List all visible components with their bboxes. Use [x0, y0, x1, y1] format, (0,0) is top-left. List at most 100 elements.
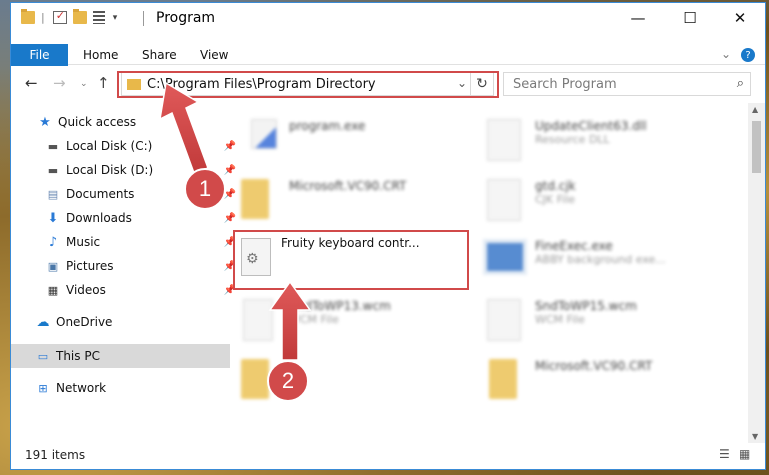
- file-name: gtd.cjk: [535, 179, 576, 193]
- properties-icon[interactable]: [92, 11, 105, 24]
- search-input[interactable]: Search Program: [513, 77, 617, 92]
- minimize-button[interactable]: —: [615, 3, 661, 33]
- vertical-scrollbar[interactable]: ▲ ▼: [748, 103, 765, 443]
- file-type: WCM File: [535, 313, 585, 326]
- file-name: Fruity keyboard contr...: [281, 236, 420, 250]
- file-item[interactable]: FineExec.exe ABBY background exe...: [467, 231, 717, 291]
- address-highlight-box: [117, 71, 499, 98]
- search-icon[interactable]: ⌕: [737, 76, 744, 91]
- tab-home[interactable]: Home: [83, 48, 118, 62]
- close-button[interactable]: ✕: [717, 3, 763, 33]
- sidebar-item-label: Quick access: [58, 115, 137, 129]
- dll-icon: [487, 119, 521, 161]
- drive-icon: ▬: [47, 139, 59, 153]
- file-name: SndToWP15.wcm: [535, 299, 637, 313]
- sidebar-item-local-disk-c[interactable]: ▬ Local Disk (C:) 📌: [11, 134, 240, 158]
- title-bar: | ▾ Program — ☐ ✕: [11, 3, 765, 34]
- sidebar-item-label: Videos: [66, 283, 106, 297]
- navigation-bar: ← → ⌄ ↑ C:\Program Files\Program Directo…: [11, 65, 765, 103]
- scroll-down-icon[interactable]: ▼: [752, 432, 758, 441]
- file-item[interactable]: gtd.cjk CJK File: [467, 171, 717, 231]
- sidebar-item-network[interactable]: ⊞ Network: [11, 376, 230, 400]
- sidebar-item-label: Documents: [66, 187, 135, 201]
- file-name: SndToWP13.wcm: [289, 299, 391, 313]
- back-arrow-icon[interactable]: ←: [25, 74, 38, 92]
- sidebar-item-quick-access[interactable]: ★ Quick access: [11, 110, 232, 134]
- new-folder-icon[interactable]: [72, 9, 87, 24]
- file-item[interactable]: SndToWP15.wcm WCM File: [467, 291, 717, 351]
- network-icon: ⊞: [38, 381, 48, 395]
- file-item[interactable]: UpdateClient63.dll Resource DLL: [467, 111, 717, 171]
- pictures-icon: ▣: [47, 259, 59, 273]
- scroll-thumb[interactable]: [752, 121, 761, 173]
- folder-icon: [241, 179, 269, 219]
- search-box[interactable]: Search Program ⌕: [503, 72, 751, 96]
- step-2-badge: 2: [267, 360, 309, 402]
- properties-check-icon[interactable]: [52, 9, 67, 24]
- file-name: program.exe: [289, 119, 366, 133]
- exe-icon: [483, 239, 527, 275]
- file-name: Microsoft.VC90.CRT: [289, 179, 407, 193]
- file-item[interactable]: Microsoft.VC90.CRT: [467, 351, 717, 411]
- file-item[interactable]: SndToWP13.wcm WCM File: [219, 291, 469, 351]
- tab-file[interactable]: File: [11, 44, 68, 66]
- sidebar-item-label: Local Disk (D:): [66, 163, 154, 177]
- tab-view[interactable]: View: [200, 48, 228, 62]
- sidebar-item-onedrive[interactable]: ☁ OneDrive: [11, 310, 230, 334]
- highlighted-file-item[interactable]: ⚙ Fruity keyboard contr...: [233, 230, 469, 290]
- file-type: ABBY background exe...: [535, 253, 666, 266]
- gear-icon: ⚙: [246, 251, 259, 267]
- details-view-icon[interactable]: ☰: [719, 447, 733, 461]
- separator: |: [41, 11, 45, 24]
- customize-dropdown-icon[interactable]: ▾: [113, 13, 118, 23]
- folder-icon: [241, 359, 269, 399]
- sidebar-item-label: Music: [66, 235, 101, 249]
- videos-icon: ▦: [47, 283, 59, 297]
- sidebar-item-label: This PC: [56, 349, 100, 363]
- quick-access-toolbar: | ▾: [21, 9, 118, 24]
- documents-icon: ▤: [47, 187, 59, 201]
- window-title: Program: [156, 10, 216, 26]
- star-icon: ★: [39, 114, 51, 130]
- music-icon: ♪: [48, 234, 58, 250]
- help-icon[interactable]: ?: [741, 48, 755, 62]
- sidebar-item-label: Downloads: [66, 211, 132, 225]
- tab-share[interactable]: Share: [142, 48, 177, 62]
- exe-icon: [251, 119, 277, 149]
- recent-locations-icon[interactable]: ⌄: [80, 79, 88, 89]
- file-icon: [487, 299, 521, 341]
- file-item[interactable]: Microsoft.VC90.CRT: [219, 171, 469, 231]
- status-bar: 191 items ☰ ▦: [11, 443, 765, 469]
- drive-icon: ▬: [47, 163, 59, 177]
- chevron-down-icon[interactable]: ⌄: [721, 47, 731, 61]
- cloud-icon: ☁: [36, 314, 50, 330]
- scroll-up-icon[interactable]: ▲: [752, 105, 758, 114]
- computer-icon: ▭: [37, 349, 49, 363]
- sidebar-item-label: Network: [56, 381, 107, 395]
- sidebar-item-label: OneDrive: [56, 315, 113, 329]
- file-icon: [243, 299, 273, 341]
- sidebar-item-music[interactable]: ♪ Music 📌: [11, 230, 240, 254]
- forward-arrow-icon[interactable]: →: [53, 74, 66, 92]
- large-icons-view-icon[interactable]: ▦: [739, 447, 753, 461]
- step-1-badge: 1: [184, 168, 226, 210]
- sidebar-item-label: Pictures: [66, 259, 114, 273]
- up-arrow-icon[interactable]: ↑: [97, 74, 110, 92]
- folder-icon[interactable]: [21, 9, 35, 24]
- gear-file-icon: ⚙: [241, 238, 271, 276]
- file-type: Resource DLL: [535, 133, 610, 146]
- sidebar-item-this-pc[interactable]: ▭ This PC: [11, 344, 230, 368]
- sidebar-item-label: Local Disk (C:): [66, 139, 153, 153]
- maximize-button[interactable]: ☐: [667, 3, 713, 33]
- file-name: FineExec.exe: [535, 239, 613, 253]
- download-icon: ⬇: [47, 210, 59, 226]
- sidebar-item-videos[interactable]: ▦ Videos 📌: [11, 278, 240, 302]
- file-item[interactable]: ...: [219, 351, 469, 411]
- file-name: Microsoft.VC90.CRT: [535, 359, 653, 373]
- file-item[interactable]: program.exe: [219, 111, 469, 171]
- sidebar-item-pictures[interactable]: ▣ Pictures 📌: [11, 254, 240, 278]
- file-type: WCM File: [289, 313, 339, 326]
- file-name: UpdateClient63.dll: [535, 119, 647, 133]
- navigation-pane: ★ Quick access ▬ Local Disk (C:) 📌 ▬ Loc…: [11, 103, 236, 443]
- file-explorer-window: | ▾ Program — ☐ ✕ File Home Share View ⌄…: [10, 2, 766, 470]
